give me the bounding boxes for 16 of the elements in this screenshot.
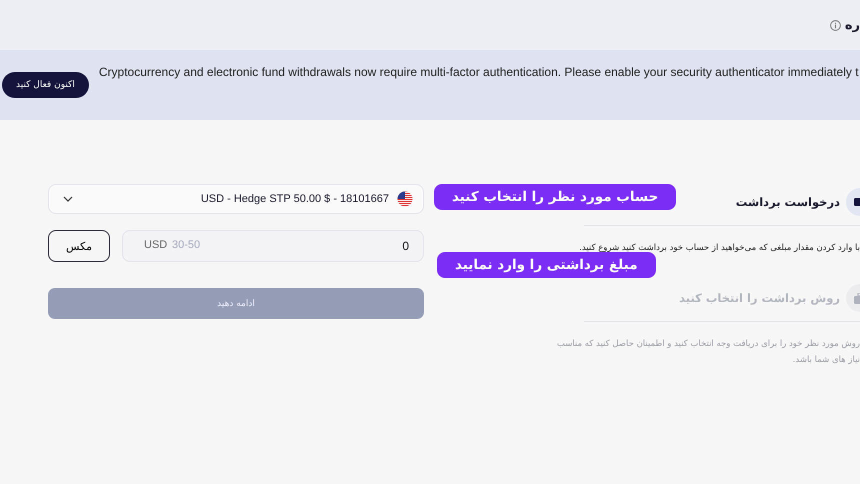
step-title: روش برداشت را انتخاب کنید	[679, 291, 840, 306]
callout-label: مبلغ برداشتی را وارد نمایید	[437, 252, 656, 278]
callout-label: حساب مورد نظر را انتخاب کنید	[434, 184, 676, 210]
page-title: ره	[844, 18, 860, 32]
amount-range-hint: 30-50	[172, 239, 200, 251]
account-dropdown[interactable]: USD - Hedge STP 50.00 $ - 18101667	[48, 184, 424, 214]
info-icon[interactable]	[830, 20, 841, 30]
currency-label: USD	[144, 239, 168, 251]
enable-now-button[interactable]: اکنون فعال کنید	[2, 72, 89, 98]
max-button[interactable]: مکس	[48, 230, 110, 262]
security-notice: Cryptocurrency and electronic fund withdrawals now require multi-factor authentication. Please enable your security authenticator immediately t	[98, 65, 859, 79]
flag-icon	[397, 191, 413, 207]
step-title: درخواست برداشت	[736, 195, 840, 209]
chevron-down-icon	[63, 196, 73, 202]
step-description: با وارد کردن مقدار مبلغی که می‌خواهید از حساب خود برداشت کنید شروع کنید.	[578, 242, 860, 255]
step-description: روش مورد نظر خود را برای دریافت وجه انتخاب کنید و اطمینان حاصل کنید که مناسب نیاز های شما باشد.	[556, 338, 860, 368]
